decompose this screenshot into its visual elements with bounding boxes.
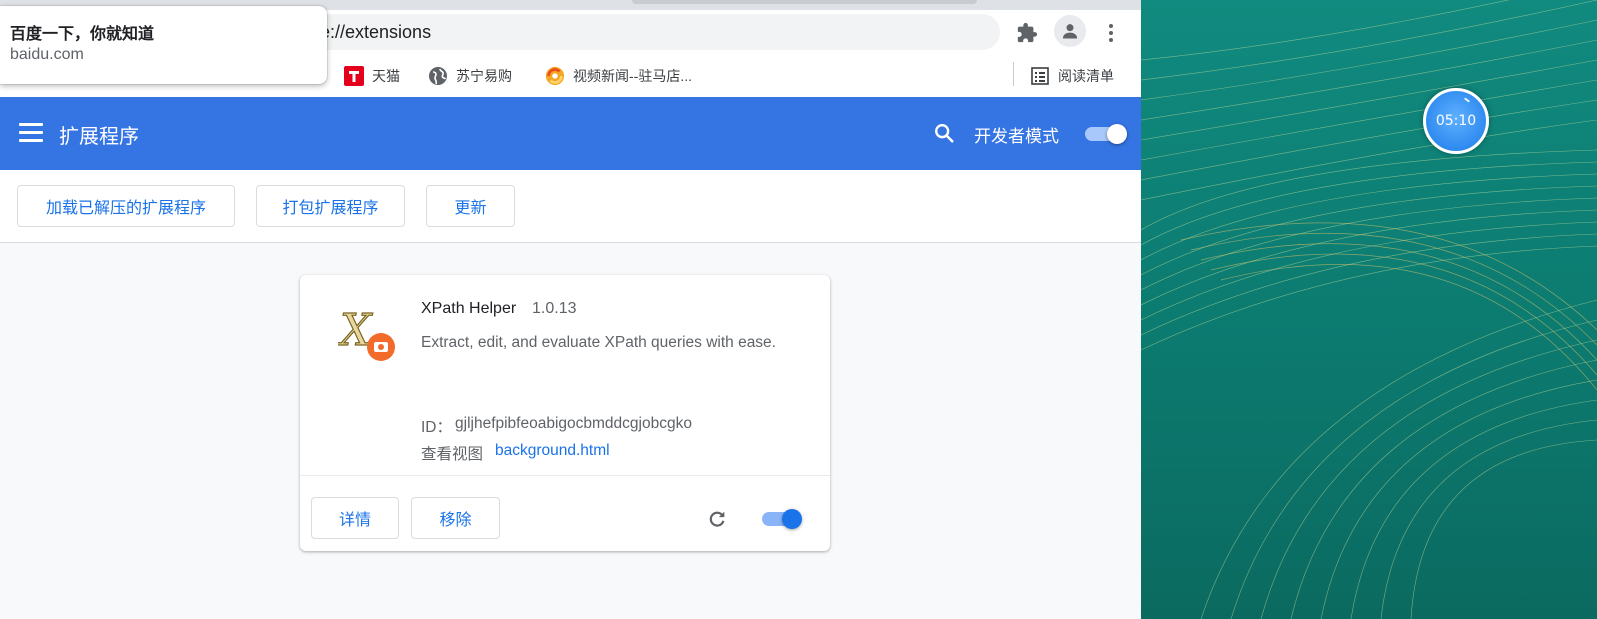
pack-extension-button[interactable]: 打包扩展程序 (256, 185, 405, 227)
search-icon[interactable] (930, 119, 958, 147)
reload-icon[interactable] (705, 507, 729, 531)
wave-pattern (1141, 0, 1597, 619)
page-title: 扩展程序 (59, 124, 139, 148)
remove-button[interactable]: 移除 (411, 497, 500, 539)
reading-list-button[interactable]: 阅读清单 (1030, 63, 1114, 89)
news-icon (545, 66, 565, 86)
bookmark-news[interactable]: 视频新闻--驻马店... (545, 63, 692, 89)
inspect-views-label: 查看视图 (421, 445, 484, 463)
extension-version: 1.0.13 (532, 300, 577, 317)
active-tab-edge[interactable] (632, 0, 977, 4)
bookmark-suning[interactable]: 苏宁易购 (428, 63, 512, 89)
tab-hover-tooltip: 百度一下，你就知道 baidu.com (0, 6, 327, 84)
tooltip-title: 百度一下，你就知道 (10, 24, 155, 43)
toggle-knob (1107, 124, 1127, 144)
toggle-knob (782, 509, 802, 529)
inspect-view-link[interactable]: background.html (495, 442, 610, 460)
browser-window: e://extensions 天猫 苏宁易购 视频新闻--驻马店... 阅读清单… (0, 0, 1141, 619)
xpath-helper-icon: X (336, 303, 398, 363)
extension-card: X XPath Helper 1.0.13 Extract, edit, and… (300, 275, 830, 551)
extension-id: gjljhefpibfeoabigocbmddcgjobcgko (455, 415, 692, 432)
developer-mode-toggle[interactable] (1085, 124, 1129, 144)
developer-mode-label: 开发者模式 (974, 127, 1059, 147)
load-unpacked-button[interactable]: 加载已解压的扩展程序 (17, 185, 235, 227)
timer-text: 05:10 (1435, 113, 1477, 129)
extension-id-label: ID： (421, 419, 453, 436)
address-bar-url[interactable]: e://extensions (320, 22, 431, 43)
globe-icon (428, 66, 448, 86)
extensions-puzzle-icon[interactable] (1012, 18, 1042, 48)
browser-menu-icon[interactable] (1098, 18, 1124, 48)
reading-list-icon (1030, 66, 1050, 86)
extensions-action-bar: 加载已解压的扩展程序 打包扩展程序 更新 (0, 170, 1141, 243)
desktop-background: 05:10 (1141, 0, 1597, 619)
bookmark-label: 苏宁易购 (456, 68, 512, 84)
tooltip-url: baidu.com (10, 46, 84, 63)
update-button[interactable]: 更新 (426, 185, 515, 227)
timer-tick (1463, 97, 1471, 103)
extension-description: Extract, edit, and evaluate XPath querie… (421, 334, 776, 351)
address-bar[interactable]: e://extensions (300, 14, 1000, 50)
bookmark-label: 天猫 (372, 68, 400, 84)
hamburger-menu-icon[interactable] (19, 123, 43, 143)
extension-enable-toggle[interactable] (760, 508, 804, 530)
extensions-header: 扩展程序 开发者模式 (0, 97, 1141, 170)
details-button[interactable]: 详情 (311, 497, 399, 539)
reading-list-label: 阅读清单 (1058, 68, 1114, 84)
bookmarks-divider (1013, 62, 1014, 86)
extension-name: XPath Helper (421, 300, 517, 317)
profile-avatar-icon[interactable] (1054, 15, 1086, 47)
bookmark-tmall[interactable]: 天猫 (344, 63, 400, 89)
bookmark-label: 视频新闻--驻马店... (573, 68, 692, 84)
timer-widget[interactable]: 05:10 (1423, 88, 1489, 154)
tmall-icon (344, 66, 364, 86)
